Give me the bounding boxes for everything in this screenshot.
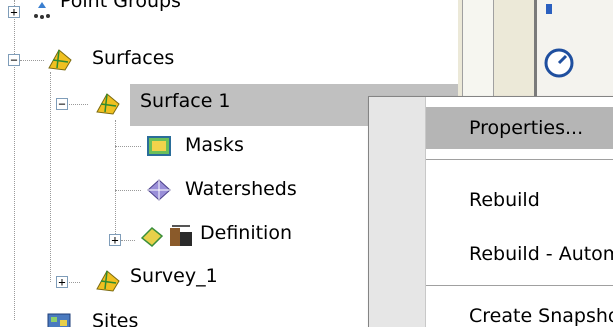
menu-item-create-snapshot[interactable]: Create Snapshot [426, 295, 613, 327]
menu-item-label: Rebuild [469, 189, 540, 211]
tree-item-sites[interactable]: Sites [92, 310, 138, 327]
tree-line [20, 60, 44, 61]
tree-line [121, 240, 135, 241]
collapse-toggle[interactable]: − [8, 54, 20, 66]
menu-item-label: Rebuild - Automatic [469, 243, 613, 265]
menu-item-rebuild-automatic[interactable]: Rebuild - Automatic [426, 233, 613, 275]
tree-item-definition[interactable]: Definition [200, 222, 292, 244]
menu-separator [426, 285, 613, 286]
collapse-toggle[interactable]: − [56, 98, 68, 110]
tree-item-survey-1[interactable]: Survey_1 [130, 265, 218, 287]
point-groups-icon [34, 2, 50, 19]
masks-icon [147, 136, 171, 156]
sites-icon [47, 313, 71, 327]
menu-separator [426, 159, 613, 160]
tree-line [115, 190, 141, 191]
menu-item-rebuild[interactable]: Rebuild [426, 179, 613, 221]
marker-icon [546, 4, 552, 14]
context-menu: Properties... Rebuild Rebuild - Automati… [368, 96, 613, 327]
menu-icon-gutter [369, 97, 426, 327]
surface-icon [96, 270, 120, 292]
surface-icon [96, 93, 120, 115]
tree-line [14, 0, 15, 320]
menu-item-label: Create Snapshot [469, 305, 613, 327]
tree-line [115, 120, 116, 240]
tree-item-masks[interactable]: Masks [185, 134, 244, 156]
tree-item-surface-1[interactable]: Surface 1 [140, 90, 231, 112]
expand-toggle[interactable]: + [8, 6, 20, 18]
expand-toggle[interactable]: + [109, 234, 121, 246]
tree-item-watersheds[interactable]: Watersheds [185, 178, 297, 200]
tree-item-point-groups[interactable]: Point Groups [60, 0, 181, 12]
menu-item-label: Properties... [469, 117, 584, 139]
surface-icon [48, 49, 72, 71]
expand-toggle[interactable]: + [56, 276, 68, 288]
menu-item-properties[interactable]: Properties... [426, 107, 613, 149]
screenshot-stage: + Point Groups − Surfaces − Surface 1 Ma… [0, 0, 613, 327]
gauge-icon[interactable] [542, 46, 576, 80]
watersheds-icon [147, 179, 171, 201]
panel-frame [462, 0, 494, 101]
tree-line [115, 146, 141, 147]
tree-item-surfaces[interactable]: Surfaces [92, 47, 174, 69]
definition-icon [140, 225, 192, 248]
tree-line [50, 72, 51, 282]
